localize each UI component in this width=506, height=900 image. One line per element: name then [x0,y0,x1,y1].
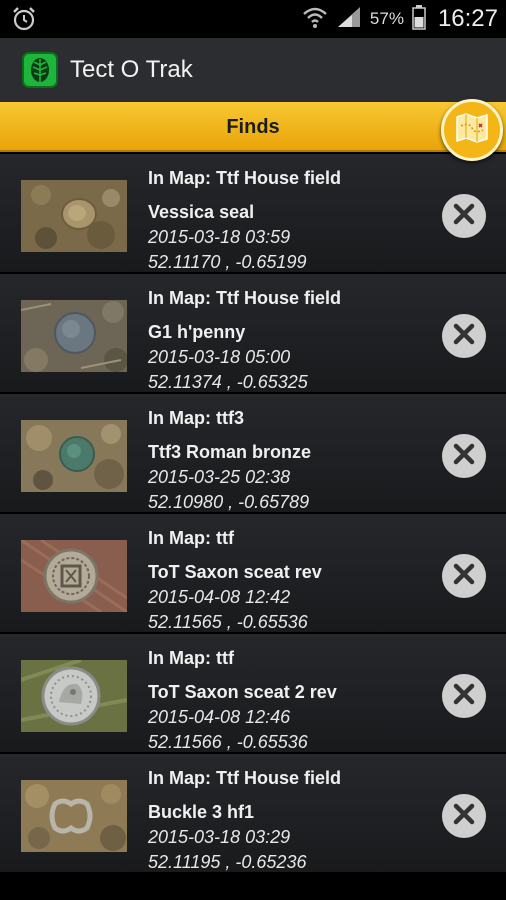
find-row[interactable]: In Map: Ttf House field Buckle 3 hf1 201… [0,754,506,874]
delete-find-button[interactable] [442,314,486,358]
find-row[interactable]: In Map: ttf ToT Saxon sceat 2 rev 2015-0… [0,634,506,754]
find-name: Ttf3 Roman bronze [148,442,312,462]
find-map-label: In Map: Ttf House field [148,768,341,788]
app-bar: Tect O Trak [0,38,506,102]
clock-time: 16:27 [437,5,498,32]
finds-list: In Map: Ttf House field Vessica seal 201… [0,154,506,874]
find-map-label: In Map: Ttf House field [148,288,341,308]
find-name: ToT Saxon sceat 2 rev [148,682,337,702]
app-title: Tect O Trak [70,56,193,83]
delete-find-button[interactable] [442,194,486,238]
find-row[interactable]: In Map: ttf ToT Saxon sceat rev 2015-04-… [0,514,506,634]
find-coordinates: 52.11566 , -0.65536 [148,732,308,752]
delete-find-button[interactable] [442,794,486,838]
find-map-label: In Map: ttf [148,648,234,668]
find-map-label: In Map: Ttf House field [148,168,341,188]
map-icon [455,112,489,149]
find-date: 2015-03-18 03:29 [148,827,291,847]
signal-icon [336,5,362,34]
find-coordinates: 52.11374 , -0.65325 [148,372,308,392]
find-date: 2015-04-08 12:46 [148,707,291,727]
find-date: 2015-03-25 02:38 [148,467,291,487]
leaf-logo-icon[interactable] [22,52,58,88]
find-thumbnail-sceat-2[interactable] [21,660,127,732]
close-icon [453,323,475,350]
close-icon [453,443,475,470]
delete-find-button[interactable] [442,674,486,718]
find-map-label: In Map: ttf3 [148,408,244,428]
battery-icon [412,4,426,35]
find-row[interactable]: In Map: Ttf House field Vessica seal 201… [0,154,506,274]
battery-percent: 57% [369,9,404,28]
find-row[interactable]: In Map: Ttf House field G1 h'penny 2015-… [0,274,506,394]
find-coordinates: 52.11170 , -0.65199 [148,252,307,272]
find-date: 2015-04-08 12:42 [148,587,291,607]
close-icon [453,683,475,710]
wifi-icon [302,5,328,34]
finds-title: Finds [226,116,280,138]
delete-find-button[interactable] [442,554,486,598]
find-date: 2015-03-18 03:59 [148,227,291,247]
status-bar: 57% 16:27 [0,0,506,38]
find-thumbnail-coin-green[interactable] [21,420,127,492]
close-icon [453,563,475,590]
close-icon [453,203,475,230]
find-thumbnail-buckle[interactable] [21,780,127,852]
finds-header: Finds [0,102,506,152]
find-coordinates: 52.11565 , -0.65536 [148,612,308,632]
find-map-label: In Map: ttf [148,528,234,548]
find-row[interactable]: In Map: ttf3 Ttf3 Roman bronze 2015-03-2… [0,394,506,514]
delete-find-button[interactable] [442,434,486,478]
find-name: Vessica seal [148,202,255,222]
alarm-clock-icon [12,6,36,37]
close-icon [453,803,475,830]
map-button[interactable] [441,99,503,161]
find-name: ToT Saxon sceat rev [148,562,322,582]
find-coordinates: 52.11195 , -0.65236 [148,852,307,872]
find-thumbnail-coin-grey[interactable] [21,300,127,372]
find-name: Buckle 3 hf1 [148,802,255,822]
find-date: 2015-03-18 05:00 [148,347,291,367]
find-coordinates: 52.10980 , -0.65789 [148,492,310,512]
find-name: G1 h'penny [148,322,246,342]
find-thumbnail-sceat-rev[interactable] [21,540,127,612]
find-thumbnail-seal[interactable] [21,180,127,252]
